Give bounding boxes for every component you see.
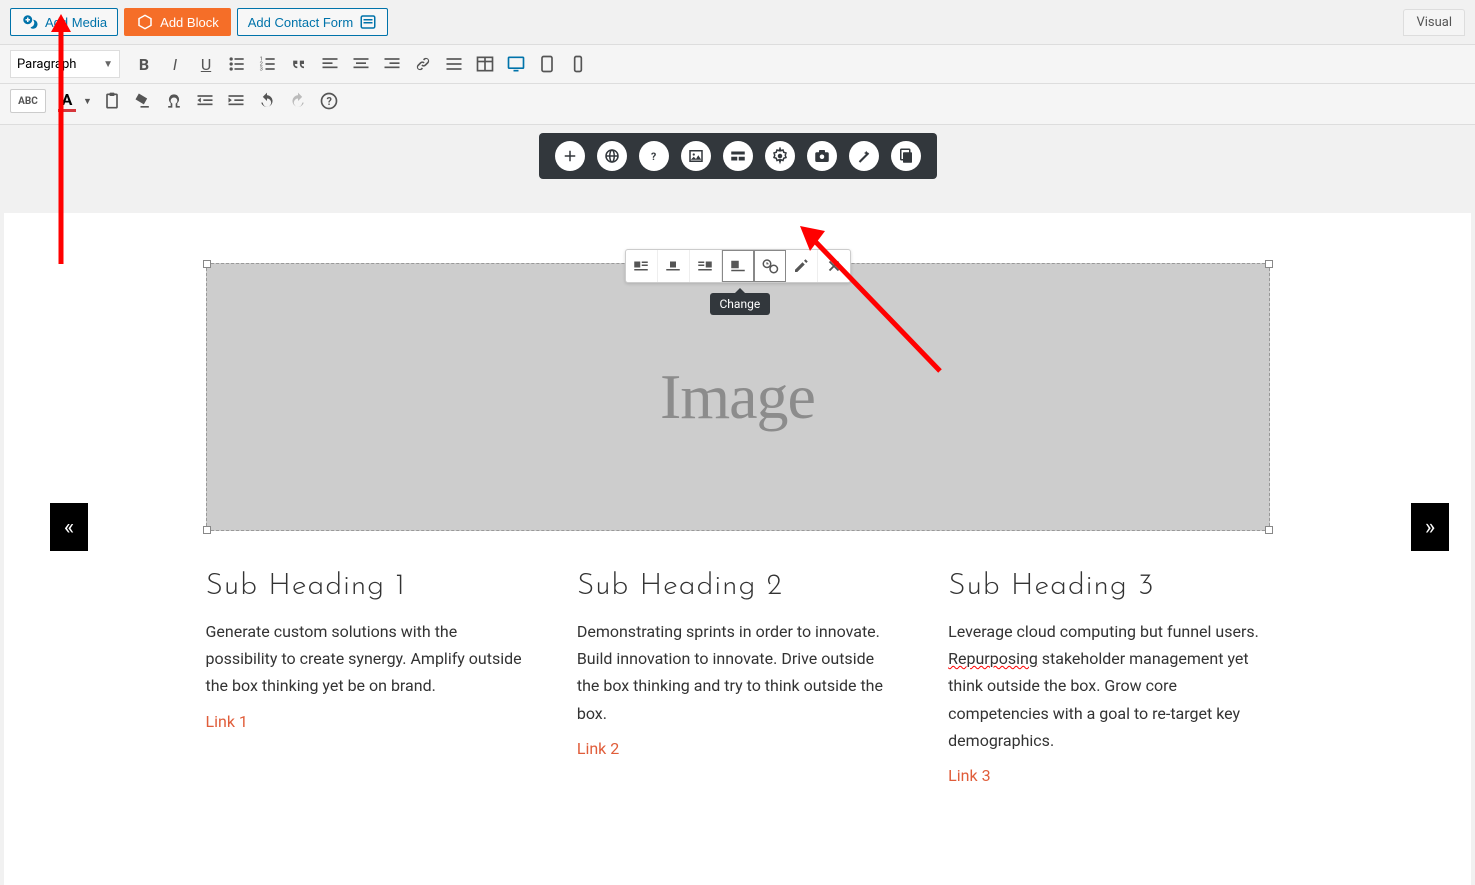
image-placeholder-text: Image — [660, 360, 815, 434]
column-3: Sub Heading 3 Leverage cloud computing b… — [948, 571, 1269, 785]
blockquote-button[interactable] — [284, 49, 314, 79]
bullet-list-button[interactable] — [222, 49, 252, 79]
column-1-text: Generate custom solutions with the possi… — [206, 618, 527, 700]
columns-row: Sub Heading 1 Generate custom solutions … — [206, 571, 1270, 785]
globe-button[interactable] — [597, 141, 627, 171]
link-button[interactable] — [408, 49, 438, 79]
spellcheck-button[interactable]: ABC — [10, 89, 46, 113]
camera-button[interactable] — [807, 141, 837, 171]
add-contact-form-label: Add Contact Form — [248, 15, 354, 30]
columns-button[interactable] — [723, 141, 753, 171]
resize-handle-bl[interactable] — [203, 526, 211, 534]
chevron-down-icon[interactable]: ▼ — [79, 96, 96, 107]
text-color-button[interactable]: A ▼ — [55, 90, 96, 112]
remove-image-button[interactable] — [818, 250, 850, 282]
preview-button[interactable] — [501, 49, 531, 79]
column-1-link[interactable]: Link 1 — [206, 712, 248, 731]
add-button[interactable] — [555, 141, 585, 171]
add-media-button[interactable]: Add Media — [10, 8, 118, 36]
outdent-button[interactable] — [190, 86, 220, 116]
settings-button[interactable] — [765, 141, 795, 171]
align-right-button[interactable] — [377, 49, 407, 79]
indent-button[interactable] — [221, 86, 251, 116]
change-image-button[interactable] — [754, 250, 786, 282]
column-2-link[interactable]: Link 2 — [577, 739, 619, 758]
next-slide-button[interactable]: » — [1411, 503, 1449, 551]
svg-text:3: 3 — [260, 67, 263, 73]
column-3-link[interactable]: Link 3 — [948, 766, 990, 785]
column-3-text: Leverage cloud computing but funnel user… — [948, 618, 1269, 754]
edit-image-button[interactable] — [786, 250, 818, 282]
add-media-label: Add Media — [45, 15, 107, 30]
paste-button[interactable] — [97, 86, 127, 116]
resize-handle-tr[interactable] — [1265, 260, 1273, 268]
image-button[interactable] — [681, 141, 711, 171]
add-contact-form-button[interactable]: Add Contact Form — [237, 8, 389, 36]
align-img-none-button[interactable] — [722, 250, 754, 282]
italic-button[interactable]: I — [160, 49, 190, 79]
content-area: « » Change Image Sub Heading 1 — [4, 213, 1471, 885]
resize-handle-tl[interactable] — [203, 260, 211, 268]
sub-heading-3: Sub Heading 3 — [948, 571, 1269, 602]
undo-button[interactable] — [252, 86, 282, 116]
column-1: Sub Heading 1 Generate custom solutions … — [206, 571, 527, 785]
visual-tab[interactable]: Visual — [1403, 9, 1465, 36]
align-left-button[interactable] — [315, 49, 345, 79]
top-actions-left: Add Media Add Block Add Contact Form — [10, 8, 388, 36]
change-tooltip: Change — [710, 293, 771, 315]
editor-toolbar-row1: Paragraph ▼ B I U 123 — [0, 45, 1475, 84]
redo-button[interactable] — [283, 86, 313, 116]
underline-button[interactable]: U — [191, 49, 221, 79]
tablet-button[interactable] — [532, 49, 562, 79]
align-img-left-button[interactable] — [626, 250, 658, 282]
image-alignment-toolbar — [625, 249, 851, 283]
format-select-label: Paragraph — [17, 57, 76, 72]
top-actions-bar: Add Media Add Block Add Contact Form Vis… — [0, 0, 1475, 45]
magic-button[interactable] — [849, 141, 879, 171]
sub-heading-1: Sub Heading 1 — [206, 571, 527, 602]
mobile-button[interactable] — [563, 49, 593, 79]
add-block-label: Add Block — [160, 15, 219, 30]
block-toolbar-dark: ? — [539, 133, 937, 179]
block-icon — [136, 13, 154, 31]
spell-error: Repurposing — [948, 649, 1038, 668]
svg-text:?: ? — [326, 95, 331, 108]
format-select[interactable]: Paragraph ▼ — [10, 50, 120, 78]
special-char-button[interactable] — [159, 86, 189, 116]
insert-more-button[interactable] — [439, 49, 469, 79]
duplicate-button[interactable] — [891, 141, 921, 171]
align-center-button[interactable] — [346, 49, 376, 79]
column-2-text: Demonstrating sprints in order to innova… — [577, 618, 898, 727]
table-button[interactable] — [470, 49, 500, 79]
editor-toolbar-row2: ABC A ▼ ? — [0, 84, 1475, 125]
bold-button[interactable]: B — [129, 49, 159, 79]
chevron-down-icon: ▼ — [103, 59, 113, 70]
help-dark-button[interactable]: ? — [639, 141, 669, 171]
align-img-center-button[interactable] — [658, 250, 690, 282]
sub-heading-2: Sub Heading 2 — [577, 571, 898, 602]
resize-handle-br[interactable] — [1265, 526, 1273, 534]
help-button[interactable]: ? — [314, 86, 344, 116]
add-block-button[interactable]: Add Block — [124, 8, 231, 36]
form-icon — [359, 13, 377, 31]
column-2: Sub Heading 2 Demonstrating sprints in o… — [577, 571, 898, 785]
svg-text:?: ? — [651, 150, 656, 163]
editor-canvas: ? « » Change Image — [0, 125, 1475, 885]
align-img-right-button[interactable] — [690, 250, 722, 282]
numbered-list-button[interactable]: 123 — [253, 49, 283, 79]
media-icon — [21, 13, 39, 31]
clear-format-button[interactable] — [128, 86, 158, 116]
prev-slide-button[interactable]: « — [50, 503, 88, 551]
